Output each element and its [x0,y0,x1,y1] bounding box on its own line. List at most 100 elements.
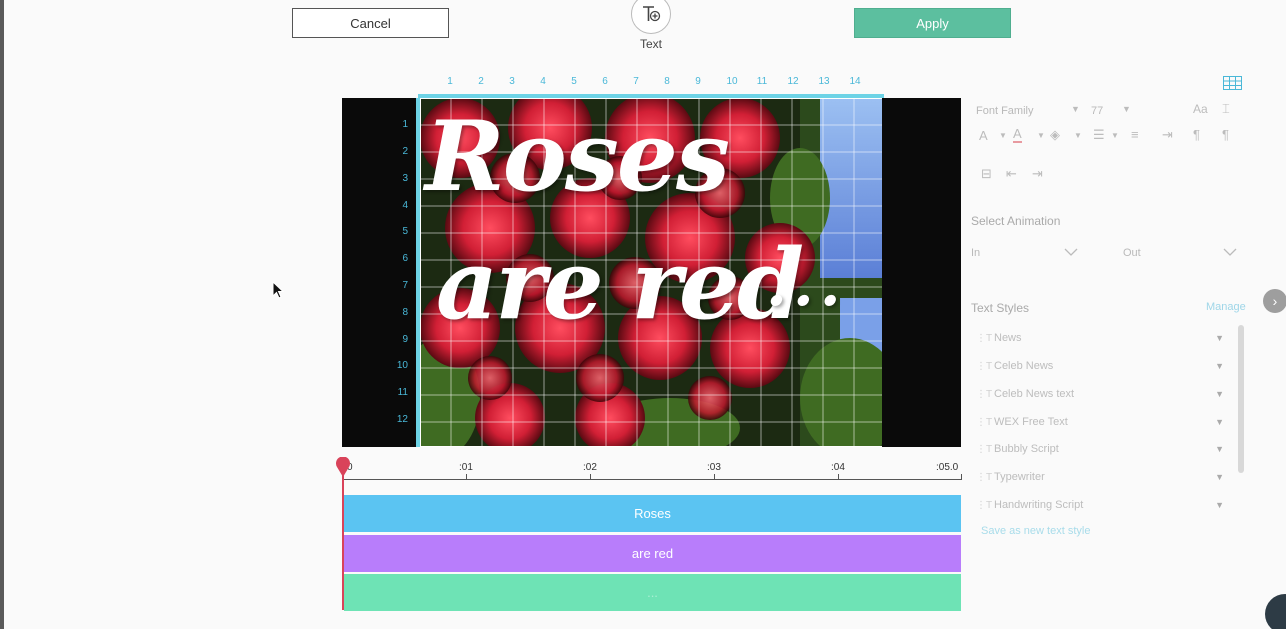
vertical-align-top-icon[interactable]: ⇤ [1006,166,1017,182]
align-left-icon[interactable]: ☰ [1093,127,1105,143]
text-style-icon: ⋮T [976,499,993,511]
text-style-icon: ⋮T [976,332,993,344]
text-style-icon: ⋮T [976,443,993,455]
ruler-col-label: 11 [756,76,768,87]
caption-text-are-red[interactable]: are red [436,228,804,341]
chevron-down-icon[interactable] [1223,248,1237,256]
text-style-label: Celeb News text [994,388,1075,400]
ruler-row-label: 8 [402,307,408,318]
animation-out-select[interactable]: Out [1123,247,1141,259]
fill-dropdown-icon[interactable]: ▼ [1074,131,1082,140]
select-animation-heading: Select Animation [971,214,1061,228]
timeline-axis [342,479,962,480]
text-styles-heading: Text Styles [971,301,1030,315]
timeline-track-ellipsis[interactable]: ... [344,574,961,611]
text-style-item[interactable]: ⋮T News ▼ [976,328,1228,348]
ruler-col-label: 12 [787,76,799,87]
ruler-col-label: 13 [818,76,830,87]
animation-in-select[interactable]: In [971,247,980,259]
ruler-row-label: 2 [402,146,408,157]
caption-text-roses[interactable]: Roses [425,100,730,213]
indent-icon[interactable]: ⇥ [1162,127,1173,143]
text-style-icon: ⋮T [976,360,993,372]
align-dropdown-icon[interactable]: ▼ [1111,131,1119,140]
ruler-row-label: 4 [402,200,408,211]
ruler-col-label: 10 [726,76,738,87]
text-style-label: WEX Free Text [994,416,1068,428]
caption-text-ellipsis[interactable]: ... [766,250,847,320]
timeline[interactable]: 0 :01 :02 :03 :04 :05.0 Roses are red ..… [342,458,962,611]
timeline-tick-label: :02 [583,462,597,473]
text-style-item[interactable]: ⋮T Celeb News ▼ [976,356,1228,376]
ruler-col-label: 2 [478,76,484,87]
playhead-handle-icon[interactable] [335,457,351,477]
vertical-align-bottom-icon[interactable]: ⇥ [1032,166,1043,182]
text-style-label: Handwriting Script [994,499,1084,511]
chevron-down-icon[interactable] [1064,248,1078,256]
text-style-dropdown-icon[interactable]: ▼ [1215,472,1224,482]
text-color-icon[interactable]: A [1013,126,1022,143]
text-direction-icon[interactable]: ¶ [1193,127,1200,142]
text-style-label: Celeb News [994,360,1054,372]
left-edge-bar [0,0,4,629]
text-style-icon: ⋮T [976,388,993,400]
text-style-dropdown-icon[interactable]: ▼ [1215,333,1224,343]
text-style-icon: ⋮T [976,416,993,428]
font-size-select[interactable]: 77 [1091,105,1103,117]
ruler-col-label: 1 [447,76,453,87]
grid-toggle-icon[interactable] [1223,76,1242,90]
ruler-row-label: 12 [396,414,408,425]
text-color-dropdown-icon[interactable]: ▼ [1037,131,1045,140]
text-case-icon[interactable]: Aa [1193,102,1208,116]
timeline-tick-label: :05.0 [936,462,959,473]
text-style-item[interactable]: ⋮T Handwriting Script ▼ [976,495,1228,515]
text-height-icon[interactable]: ⌶ [1222,101,1230,117]
apply-button[interactable]: Apply [854,8,1011,38]
timeline-tick-label: :04 [831,462,845,473]
font-family-dropdown-icon[interactable]: ▼ [1071,104,1080,114]
ruler-col-label: 5 [571,76,577,87]
chevron-right-icon[interactable]: › [1263,289,1286,313]
text-style-label: News [994,332,1022,344]
text-style-label: Typewriter [994,471,1045,483]
text-style-icon: ⋮T [976,471,993,483]
ruler-row-label: 10 [396,360,408,371]
text-style-dropdown-icon[interactable]: ▼ [1215,417,1224,427]
styles-scrollbar[interactable] [1238,325,1244,473]
align-center-icon[interactable]: ≡ [1131,127,1139,142]
manage-styles-link[interactable]: Manage [1206,301,1246,313]
ruler-row-label: 6 [402,253,408,264]
mouse-pointer-icon [272,281,284,299]
ruler-row-label: 5 [402,226,408,237]
font-family-select[interactable]: Font Family [976,105,1033,117]
text-style-dropdown-icon[interactable]: ▼ [1215,500,1224,510]
text-tool-button[interactable] [631,0,671,34]
text-style-item[interactable]: ⋮T Celeb News text ▼ [976,384,1228,404]
ruler-col-label: 4 [540,76,546,87]
text-style-dropdown-icon[interactable]: ▼ [1215,444,1224,454]
font-size-dropdown-icon[interactable]: ▼ [1122,104,1131,114]
cancel-button[interactable]: Cancel [292,8,449,38]
timeline-tick-label: :01 [459,462,473,473]
vertical-align-middle-icon[interactable]: ⊟ [981,166,992,182]
playhead-line[interactable] [342,468,344,610]
text-style-item[interactable]: ⋮T Typewriter ▼ [976,467,1228,487]
paragraph-icon[interactable]: ¶ [1222,127,1229,142]
ruler-col-label: 6 [602,76,608,87]
timeline-track-are-red[interactable]: are red [344,535,961,572]
ruler-col-label: 9 [695,76,701,87]
font-style-icon[interactable]: A [979,128,988,143]
text-style-dropdown-icon[interactable]: ▼ [1215,361,1224,371]
ruler-row-label: 3 [402,173,408,184]
font-style-dropdown-icon[interactable]: ▼ [999,131,1007,140]
save-as-text-style-link[interactable]: Save as new text style [981,525,1090,537]
timeline-track-roses[interactable]: Roses [344,495,961,532]
ruler-col-label: 3 [509,76,515,87]
text-add-icon [643,6,661,22]
text-style-dropdown-icon[interactable]: ▼ [1215,389,1224,399]
ruler-row-label: 11 [397,387,408,398]
text-style-item[interactable]: ⋮T Bubbly Script ▼ [976,439,1228,459]
chat-support-icon[interactable] [1265,594,1286,629]
text-style-item[interactable]: ⋮T WEX Free Text ▼ [976,412,1228,432]
fill-bucket-icon[interactable]: ◈ [1050,127,1060,143]
